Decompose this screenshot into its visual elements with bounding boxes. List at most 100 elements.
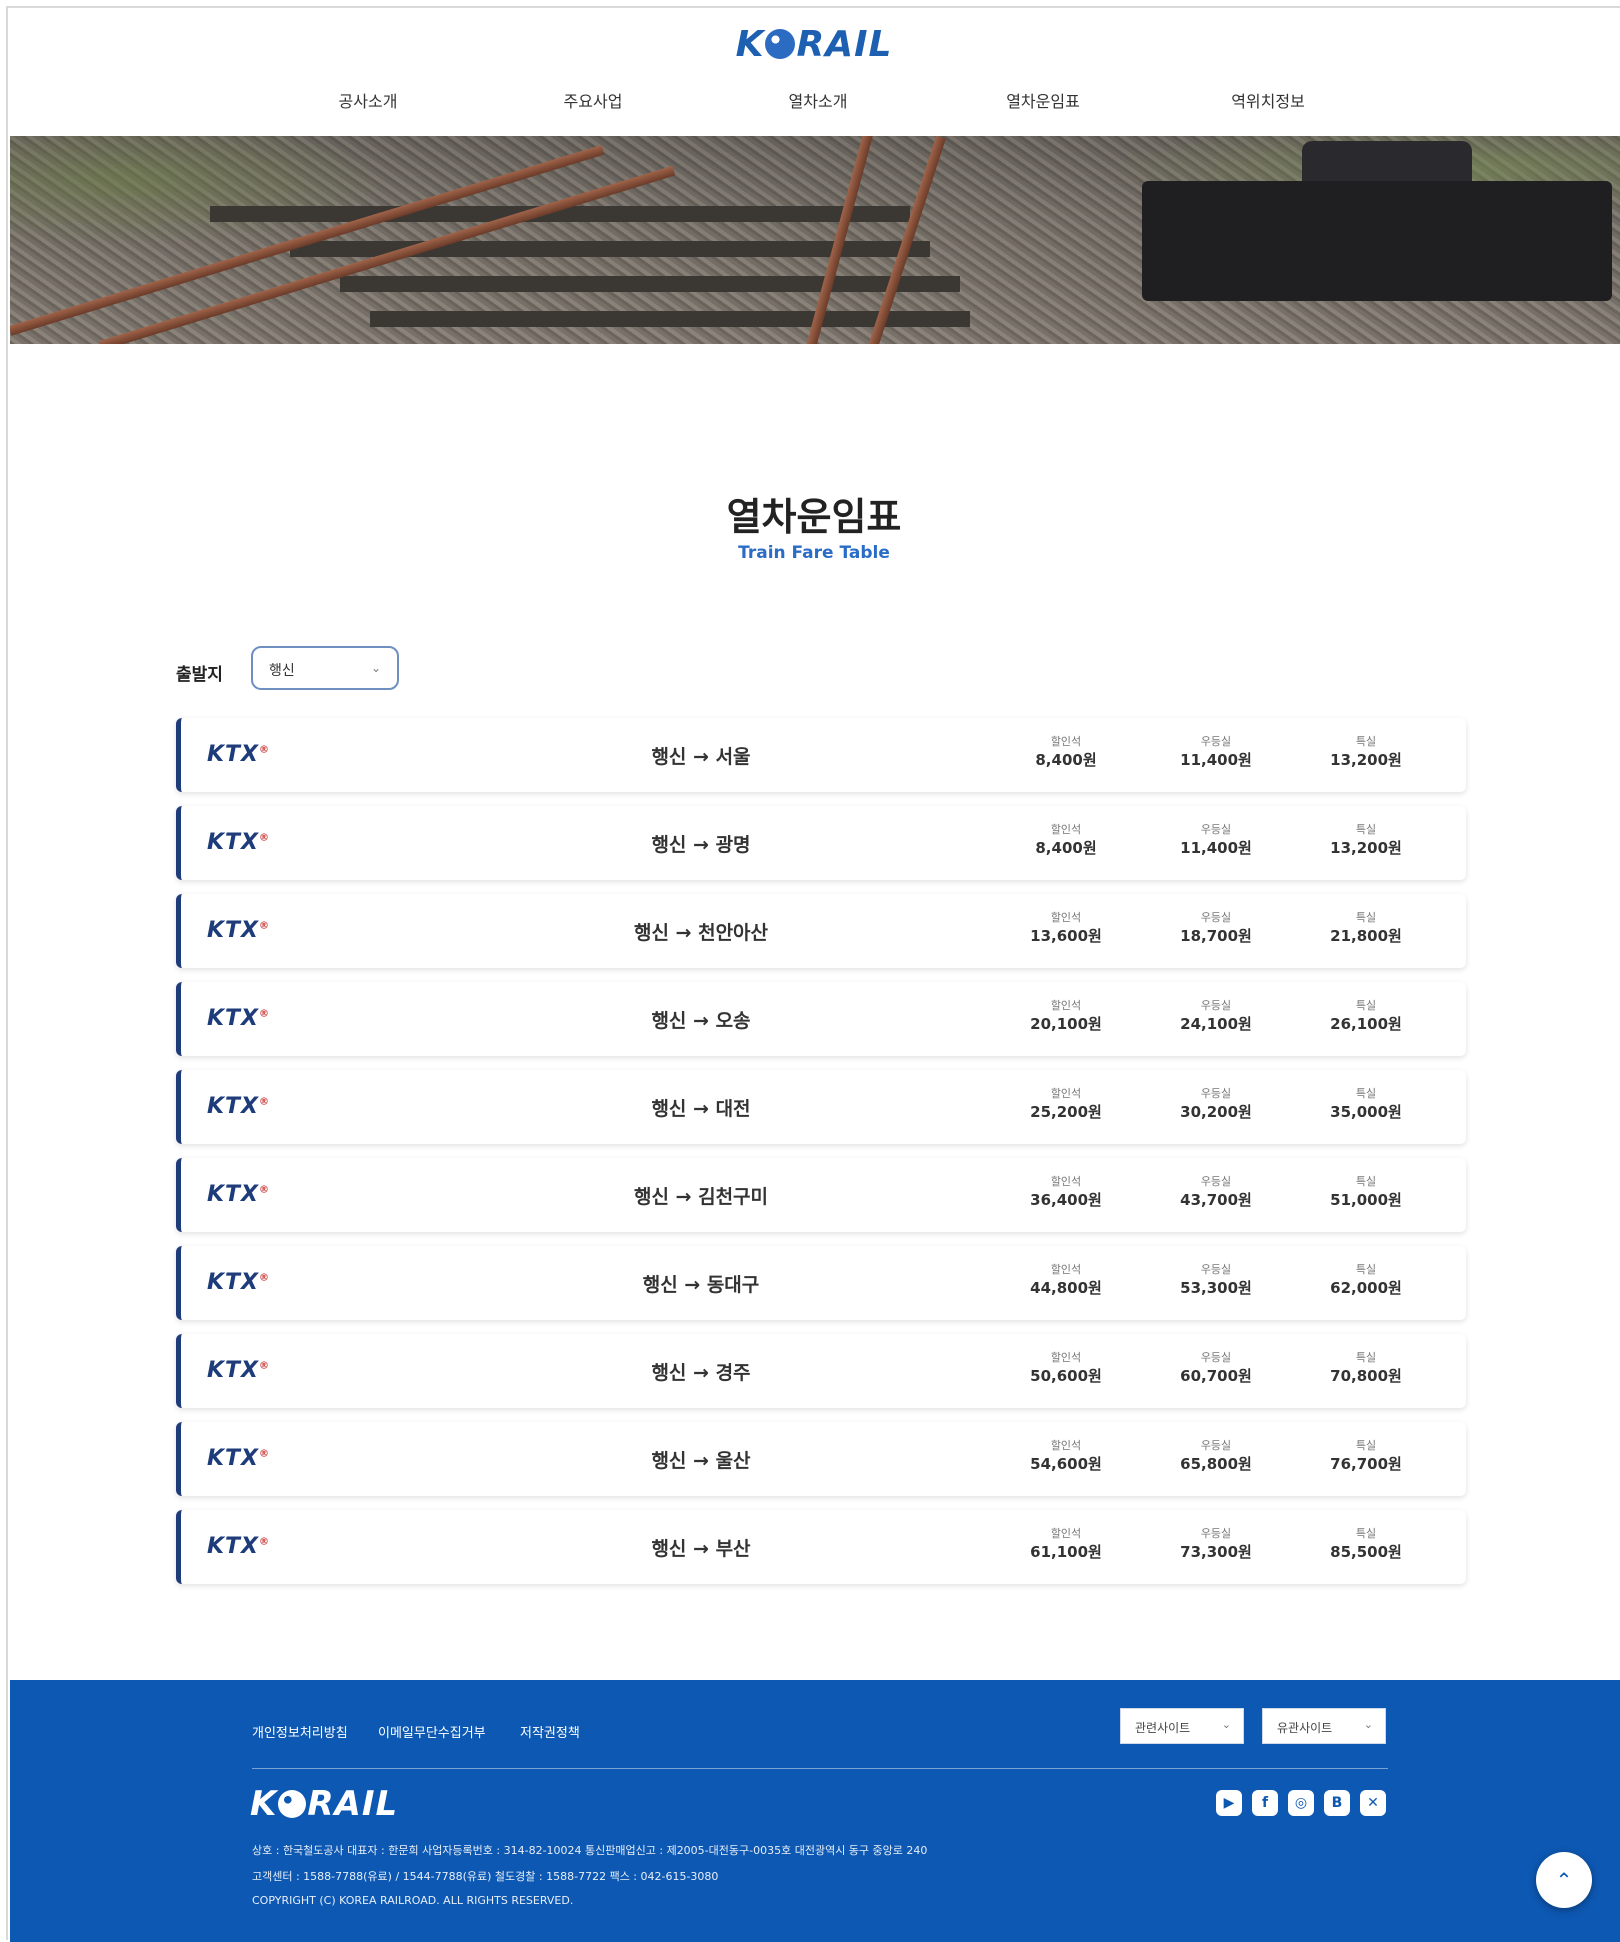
fare-row[interactable]: KTX® 행신 → 울산 할인석 54,600원 우등실 65,800원 특실 76,700원 [176, 1422, 1466, 1496]
fare-row[interactable]: KTX® 행신 → 경주 할인석 50,600원 우등실 60,700원 특실 70,800원 [176, 1334, 1466, 1408]
fare-row[interactable]: KTX® 행신 → 김천구미 할인석 36,400원 우등실 43,700원 특실 51,00… [176, 1158, 1466, 1232]
fare-special: 특실 26,100원 [1301, 999, 1431, 1035]
youtube-icon[interactable]: ▶ [1216, 1790, 1242, 1816]
footer-link-email-refusal[interactable]: 이메일무단수집거부 [378, 1722, 486, 1741]
fare-special-label: 특실 [1355, 999, 1377, 1012]
fare-table: KTX® 행신 → 서울 할인석 8,400원 우등실 11,400원 특실 13,200원 K… [176, 718, 1466, 1598]
footer-korail-logo: K RAIL [250, 1784, 398, 1824]
footer-link-privacy[interactable]: 개인정보처리방침 [252, 1722, 348, 1741]
ktx-logo-mark: ® [259, 1448, 271, 1460]
chevron-down-icon: ⌄ [1221, 1718, 1231, 1731]
fare-discount-label: 할인석 [1050, 1351, 1082, 1364]
fare-discount: 할인석 36,400원 [1001, 1175, 1131, 1211]
instagram-icon[interactable]: ◎ [1288, 1790, 1314, 1816]
fare-discount-value: 13,600원 [1030, 927, 1102, 945]
route-label: 행신 → 울산 [651, 1450, 751, 1472]
fare-standard: 우등실 43,700원 [1151, 1175, 1281, 1211]
fare-special-label: 특실 [1355, 1263, 1377, 1276]
ktx-logo-text: KTX [207, 1446, 260, 1471]
fare-discount-label: 할인석 [1050, 1527, 1082, 1540]
fare-standard-value: 65,800원 [1180, 1455, 1252, 1473]
fare-special-label: 특실 [1355, 1087, 1377, 1100]
fare-standard: 우등실 11,400원 [1151, 823, 1281, 859]
route-label: 행신 → 천안아산 [633, 922, 769, 944]
fare-row[interactable]: KTX® 행신 → 오송 할인석 20,100원 우등실 24,100원 특실 26,100원 [176, 982, 1466, 1056]
ktx-logo: KTX® [207, 1358, 270, 1383]
page-title: 열차운임표 [726, 495, 902, 539]
fare-standard: 우등실 11,400원 [1151, 735, 1281, 771]
twitter-icon[interactable]: ✕ [1360, 1790, 1386, 1816]
ktx-logo: KTX® [207, 742, 270, 767]
fare-discount-value: 44,800원 [1030, 1279, 1102, 1297]
fare-row[interactable]: KTX® 행신 → 대전 할인석 25,200원 우등실 30,200원 특실 35,000원 [176, 1070, 1466, 1144]
ktx-logo-mark: ® [259, 1184, 271, 1196]
route-label: 행신 → 동대구 [642, 1274, 760, 1296]
scroll-to-top-button[interactable]: ⌃ [1536, 1852, 1592, 1908]
ktx-logo-mark: ® [259, 1096, 271, 1108]
nav-item-station-location[interactable]: 역위치정보 [1188, 88, 1348, 112]
fare-discount-label: 할인석 [1050, 735, 1082, 748]
fare-discount-label: 할인석 [1050, 911, 1082, 924]
fare-standard-value: 60,700원 [1180, 1367, 1252, 1385]
fare-special-value: 26,100원 [1330, 1015, 1402, 1033]
fare-standard-value: 73,300원 [1180, 1543, 1252, 1561]
ktx-logo-text: KTX [207, 742, 260, 767]
route-label: 행신 → 경주 [651, 1362, 751, 1384]
fare-special-value: 21,800원 [1330, 927, 1402, 945]
fare-row[interactable]: KTX® 행신 → 동대구 할인석 44,800원 우등실 53,300원 특실 62,000… [176, 1246, 1466, 1320]
fare-row[interactable]: KTX® 행신 → 광명 할인석 8,400원 우등실 11,400원 특실 13,200원 [176, 806, 1466, 880]
fare-discount-value: 25,200원 [1030, 1103, 1102, 1121]
ktx-logo-mark: ® [259, 1008, 271, 1020]
ktx-logo: KTX® [207, 1446, 270, 1471]
departure-label: 출발지 [176, 665, 223, 685]
fare-discount-value: 8,400원 [1035, 751, 1097, 769]
fare-special: 특실 76,700원 [1301, 1439, 1431, 1475]
fare-special: 특실 85,500원 [1301, 1527, 1431, 1563]
fare-standard-label: 우등실 [1200, 1087, 1232, 1100]
fare-discount: 할인석 25,200원 [1001, 1087, 1131, 1123]
nav-item-business[interactable]: 주요사업 [513, 88, 673, 112]
fare-special-label: 특실 [1355, 911, 1377, 924]
fare-discount-value: 54,600원 [1030, 1455, 1102, 1473]
departure-select-value: 행신 [269, 663, 295, 679]
fare-row[interactable]: KTX® 행신 → 부산 할인석 61,100원 우등실 73,300원 특실 85,500원 [176, 1510, 1466, 1584]
footer-affiliated-sites-select[interactable]: 유관사이트 ⌄ [1262, 1708, 1386, 1744]
fare-discount: 할인석 50,600원 [1001, 1351, 1131, 1387]
fare-discount-value: 50,600원 [1030, 1367, 1102, 1385]
logo-globe-icon [278, 1790, 307, 1818]
fare-discount-label: 할인석 [1050, 999, 1082, 1012]
fare-discount: 할인석 8,400원 [1001, 735, 1131, 771]
footer-link-copyright-policy[interactable]: 저작권정책 [520, 1722, 580, 1741]
fare-standard-value: 11,400원 [1180, 751, 1252, 769]
footer-related-sites-select[interactable]: 관련사이트 ⌄ [1120, 1708, 1244, 1744]
ktx-logo-mark: ® [259, 1272, 271, 1284]
facebook-icon[interactable]: f [1252, 1790, 1278, 1816]
departure-select[interactable]: 행신 ⌄ [251, 646, 399, 690]
nav-item-company[interactable]: 공사소개 [288, 88, 448, 112]
fare-discount-value: 36,400원 [1030, 1191, 1102, 1209]
fare-special: 특실 13,200원 [1301, 823, 1431, 859]
fare-special-label: 특실 [1355, 1175, 1377, 1188]
fare-discount-label: 할인석 [1050, 1175, 1082, 1188]
fare-standard-value: 24,100원 [1180, 1015, 1252, 1033]
site-footer: 개인정보처리방침 이메일무단수집거부 저작권정책 관련사이트 ⌄ 유관사이트 ⌄… [10, 1680, 1620, 1942]
footer-select-label: 유관사이트 [1277, 1721, 1333, 1735]
blog-icon[interactable]: B [1324, 1790, 1350, 1816]
ktx-logo-text: KTX [207, 1094, 260, 1119]
chevron-down-icon: ⌄ [1363, 1718, 1373, 1731]
fare-discount-label: 할인석 [1050, 1439, 1082, 1452]
fare-special-label: 특실 [1355, 823, 1377, 836]
fare-special-value: 62,000원 [1330, 1279, 1402, 1297]
hero-banner-image [10, 136, 1620, 344]
fare-discount-label: 할인석 [1050, 1087, 1082, 1100]
fare-row[interactable]: KTX® 행신 → 천안아산 할인석 13,600원 우등실 18,700원 특실 21,80… [176, 894, 1466, 968]
nav-item-fare-table[interactable]: 열차운임표 [963, 88, 1123, 112]
nav-item-trains[interactable]: 열차소개 [738, 88, 898, 112]
korail-logo[interactable]: K RAIL [8, 24, 1620, 65]
fare-discount: 할인석 54,600원 [1001, 1439, 1131, 1475]
fare-row[interactable]: KTX® 행신 → 서울 할인석 8,400원 우등실 11,400원 특실 13,200원 [176, 718, 1466, 792]
footer-copyright: COPYRIGHT (C) KOREA RAILROAD. ALL RIGHTS… [252, 1894, 574, 1907]
fare-special-label: 특실 [1355, 1527, 1377, 1540]
fare-special: 특실 35,000원 [1301, 1087, 1431, 1123]
fare-discount-value: 20,100원 [1030, 1015, 1102, 1033]
